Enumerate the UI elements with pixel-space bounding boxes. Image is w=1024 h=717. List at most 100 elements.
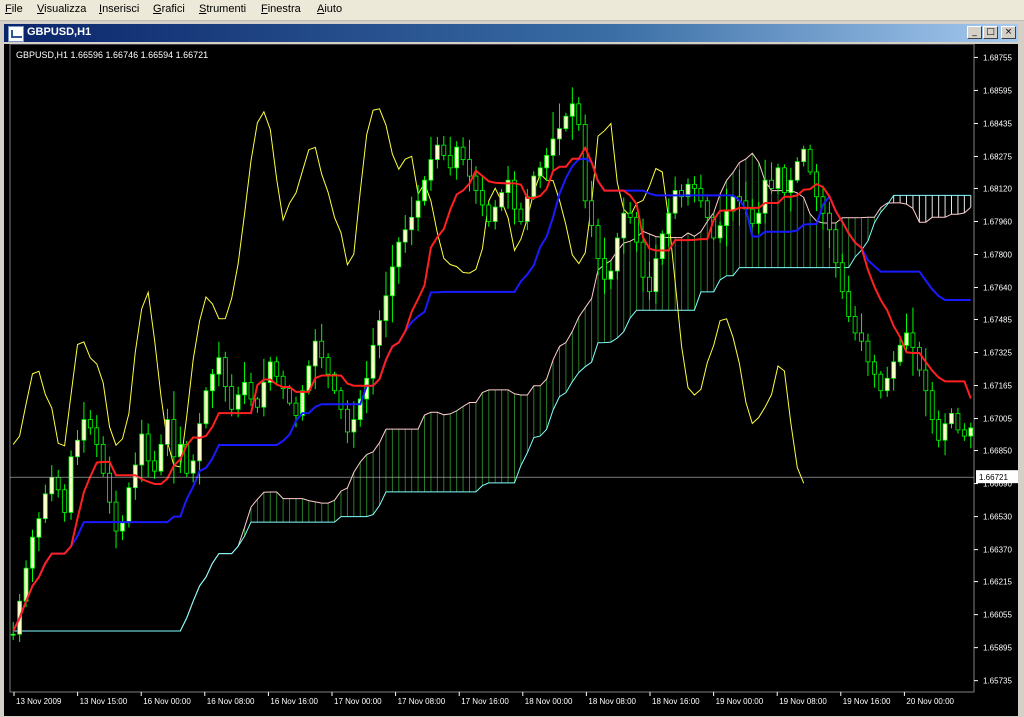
price-tick-label: 1.67800 [983, 250, 1012, 259]
candle-body [81, 419, 87, 441]
chart-background [4, 44, 1018, 716]
menu-inserisci[interactable]: Inserisci [99, 3, 139, 15]
candle-body [595, 225, 601, 260]
candle-body [524, 196, 530, 222]
time-tick-label: 13 Nov 15:00 [80, 697, 128, 706]
candle-body [878, 373, 884, 392]
candle-body [640, 241, 646, 278]
candle-body [222, 357, 228, 387]
candle-body [55, 476, 61, 491]
candle-body [152, 460, 158, 472]
candle-body [788, 179, 794, 193]
candle-body [955, 413, 961, 431]
candle-body [171, 419, 177, 458]
candle-body [492, 206, 498, 222]
menu-grafici[interactable]: Grafici [153, 3, 185, 15]
menu-strumenti[interactable]: Strumenti [199, 3, 246, 15]
current-price-label: 1.66721 [979, 473, 1008, 482]
time-tick-label: 17 Nov 00:00 [334, 697, 382, 706]
candle-body [852, 316, 858, 334]
candle-body [158, 443, 164, 472]
candle-body [627, 212, 633, 218]
candle-body [756, 212, 762, 224]
candle-body [100, 443, 106, 474]
candle-body [531, 175, 537, 198]
candle-body [42, 493, 48, 520]
candle-body [87, 419, 93, 429]
window-titlebar[interactable]: GBPUSD,H1 _ □ × [4, 24, 1018, 42]
candle-body [351, 419, 357, 433]
price-tick-label: 1.67960 [983, 217, 1012, 226]
candle-body [338, 390, 344, 410]
candle-body [961, 429, 967, 437]
candle-body [402, 229, 408, 243]
candle-body [274, 361, 280, 377]
candle-body [235, 394, 241, 410]
candle-body [486, 204, 492, 222]
candle-body [126, 487, 132, 524]
price-tick-label: 1.66530 [983, 513, 1012, 522]
candle-body [608, 270, 614, 280]
candle-body [210, 373, 215, 392]
candle-body [769, 179, 774, 189]
candle-body [344, 408, 350, 433]
price-tick-label: 1.65895 [983, 644, 1012, 653]
candle-body [94, 427, 100, 445]
candle-body [897, 344, 903, 363]
candle-body [62, 489, 68, 513]
candle-body [499, 192, 505, 208]
candle-body [377, 320, 382, 346]
candle-body [518, 208, 524, 222]
menu-visualizza[interactable]: Visualizza [37, 3, 86, 15]
candle-body [10, 633, 16, 636]
candle-body [447, 155, 453, 169]
candle-body [145, 433, 151, 462]
candle-body [428, 159, 434, 181]
candle-body [139, 433, 145, 466]
chart-window-icon [8, 26, 24, 42]
candle-body [724, 210, 729, 227]
candle-body [653, 258, 659, 293]
close-button[interactable]: × [1001, 26, 1016, 39]
candle-body [904, 332, 909, 346]
menu-file[interactable]: File [5, 3, 23, 15]
time-tick-label: 19 Nov 08:00 [779, 697, 827, 706]
time-tick-label: 18 Nov 08:00 [588, 697, 636, 706]
candle-body [107, 472, 113, 503]
candle-body [216, 357, 222, 375]
menu-aiuto[interactable]: Aiuto [317, 3, 342, 15]
candle-body [229, 386, 235, 410]
candle-body [441, 144, 447, 156]
candle-body [910, 332, 916, 348]
price-chart[interactable]: 1.68755 1.68595 1.68435 1.68275 1.68120 1.679… [4, 44, 1018, 716]
candle-body [916, 346, 922, 371]
chart-area[interactable]: 1.68755 1.68595 1.68435 1.68275 1.68120 1.679… [4, 44, 1018, 716]
candle-body [197, 423, 202, 462]
time-tick-label: 20 Nov 00:00 [906, 697, 954, 706]
candle-body [704, 200, 710, 218]
candle-body [190, 460, 196, 474]
candle-body [839, 262, 845, 293]
price-tick-label: 1.67640 [983, 284, 1012, 293]
candle-body [261, 382, 267, 408]
menu-finestra[interactable]: Finestra [261, 3, 301, 15]
candle-body [75, 439, 80, 458]
candle-body [544, 155, 550, 169]
time-tick-label: 18 Nov 16:00 [652, 697, 700, 706]
candle-body [30, 536, 35, 569]
symbol-info-label: GBPUSD,H1 1.66596 1.66746 1.66594 1.6672… [16, 50, 209, 60]
candle-body [936, 419, 942, 441]
candle-body [929, 390, 935, 420]
time-tick-label: 17 Nov 16:00 [461, 697, 509, 706]
maximize-button[interactable]: □ [983, 26, 998, 39]
candle-body [557, 128, 562, 140]
price-tick-label: 1.67485 [983, 316, 1012, 325]
candle-body [293, 402, 299, 416]
candle-body [949, 413, 954, 425]
candle-body [434, 144, 440, 160]
price-tick-label: 1.67165 [983, 382, 1012, 391]
price-tick-label: 1.66215 [983, 578, 1012, 587]
minimize-button[interactable]: _ [967, 26, 982, 39]
candle-body [621, 212, 627, 239]
candle-body [762, 179, 768, 214]
